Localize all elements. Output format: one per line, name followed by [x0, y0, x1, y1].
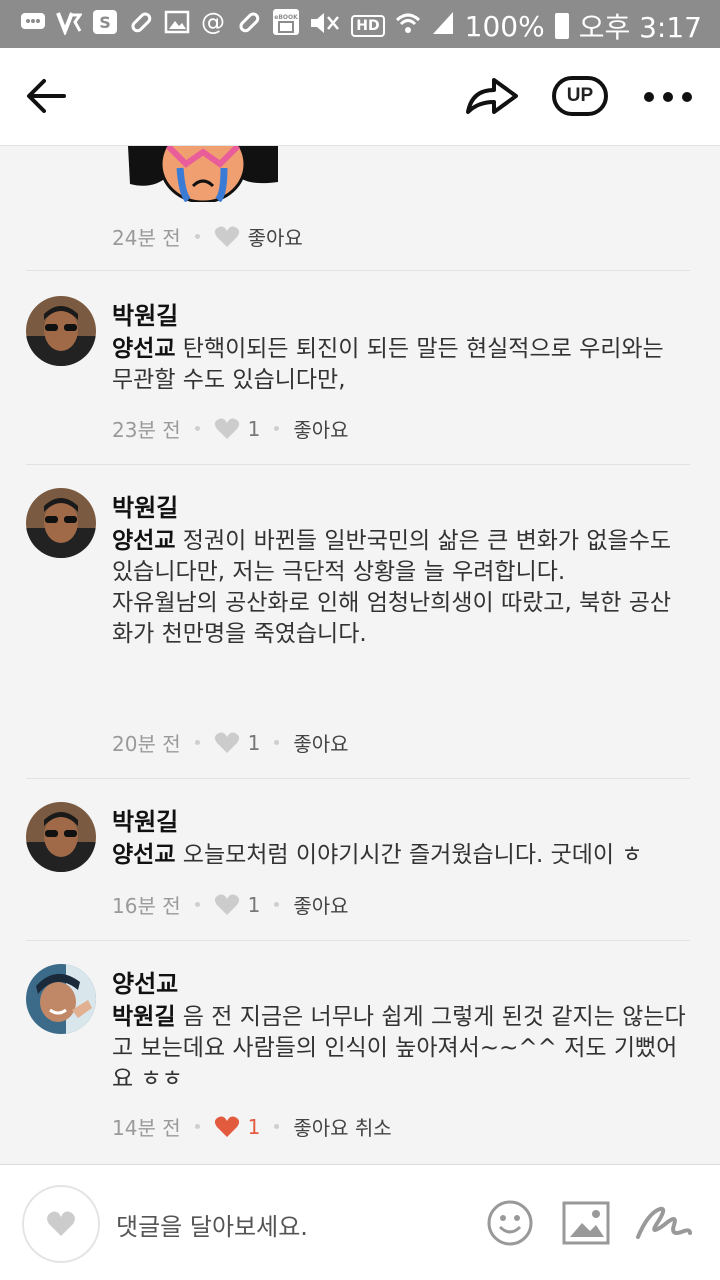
comment-time: 16분 전: [112, 894, 181, 918]
sticker-comment-meta: 24분 전 좋아요: [112, 222, 303, 251]
heart-icon[interactable]: [214, 417, 240, 441]
mention[interactable]: 양선교: [112, 528, 175, 554]
clock: 오후 3:17: [578, 11, 702, 44]
comment-body: 양선교 정권이 바뀐들 일반국민의 삶은 큰 변화가 없을수도 있습니다만, 저…: [112, 526, 692, 650]
gallery-icon: [164, 8, 190, 36]
ebook-icon: eBOOK: [272, 8, 300, 36]
like-button[interactable]: 좋아요: [293, 414, 348, 443]
comment-meta: 20분 전 1 좋아요: [112, 728, 349, 757]
heart-icon[interactable]: [214, 731, 240, 755]
comment-time: 20분 전: [112, 732, 181, 756]
image-icon[interactable]: [562, 1201, 610, 1245]
sticker-image: [128, 146, 278, 202]
v3-app-icon: [56, 8, 82, 36]
draw-icon[interactable]: [634, 1203, 692, 1243]
heart-icon[interactable]: [214, 225, 240, 249]
share-icon[interactable]: [464, 74, 520, 118]
more-options-icon[interactable]: [644, 80, 692, 114]
divider: [26, 778, 690, 779]
comment-author[interactable]: 박원길: [112, 488, 178, 523]
avatar[interactable]: [26, 296, 96, 366]
comment-text: 탄핵이되든 퇴진이 되든 말든 현실적으로 우리와는 무관할 수도 있습니다만,: [112, 336, 664, 393]
divider: [26, 464, 690, 465]
ebook-label: eBOOK: [274, 14, 298, 21]
like-count: 1: [247, 892, 261, 917]
comment-body: 양선교 오늘모처럼 이야기시간 즐거웠습니다. 굿데이 ㅎ: [112, 840, 692, 871]
comment-text: 음 전 지금은 너무나 쉽게 그렇게 된것 같지는 않는다고 보는데요 사람들의…: [112, 1004, 686, 1092]
comment-meta: 16분 전 1 좋아요: [112, 890, 349, 919]
comment-text: 오늘모처럼 이야기시간 즐거웠습니다. 굿데이 ㅎ: [182, 842, 643, 868]
mention[interactable]: 양선교: [112, 336, 175, 362]
emoji-icon[interactable]: [486, 1199, 534, 1247]
comment-time: 24분 전: [112, 226, 181, 250]
mention[interactable]: 박원길: [112, 1004, 175, 1030]
like-button[interactable]: 좋아요: [293, 890, 348, 919]
mute-icon: [307, 9, 341, 44]
comment-author[interactable]: 박원길: [112, 802, 178, 837]
heart-icon[interactable]: [214, 1115, 240, 1139]
heart-icon[interactable]: [214, 893, 240, 917]
avatar[interactable]: [26, 488, 96, 558]
divider: [26, 940, 690, 941]
signal-icon: [431, 10, 455, 43]
like-count: 1: [247, 730, 261, 755]
battery-percent: 100%: [464, 9, 545, 43]
svg-text:S: S: [99, 13, 111, 32]
comment-input-bar: 댓글을 달아보세요.: [0, 1164, 720, 1280]
comment-time: 14분 전: [112, 1116, 181, 1140]
pill-icon: [128, 8, 154, 36]
comment-meta: 14분 전 1 좋아요 취소: [112, 1112, 392, 1141]
message-icon: [20, 8, 46, 36]
s-app-icon: S: [92, 8, 118, 36]
comment-meta: 23분 전 1 좋아요: [112, 414, 349, 443]
like-button[interactable]: 좋아요: [293, 728, 348, 757]
heart-icon: [47, 1211, 75, 1236]
status-bar: S @ eBOOK HD 100% 오후 3:17: [0, 0, 720, 48]
avatar[interactable]: [26, 964, 96, 1034]
divider: [26, 270, 690, 271]
avatar[interactable]: [26, 802, 96, 872]
comment-author[interactable]: 박원길: [112, 296, 178, 331]
mention[interactable]: 양선교: [112, 842, 175, 868]
comment-body: 양선교 탄핵이되든 퇴진이 되든 말든 현실적으로 우리와는 무관할 수도 있습…: [112, 334, 692, 396]
back-arrow-icon[interactable]: [24, 76, 68, 116]
up-button[interactable]: UP: [552, 76, 608, 116]
comment-author[interactable]: 양선교: [112, 964, 178, 999]
app-bar: UP: [0, 48, 720, 146]
pill-icon-2: [236, 8, 262, 36]
like-count: 1: [247, 416, 261, 441]
like-button[interactable]: 좋아요: [248, 222, 303, 251]
like-post-button[interactable]: [22, 1185, 100, 1263]
battery-icon: [554, 13, 569, 39]
at-icon: @: [201, 8, 225, 36]
hd-icon: HD: [351, 15, 385, 37]
unlike-button[interactable]: 좋아요 취소: [293, 1112, 391, 1141]
comment-body: 박원길 음 전 지금은 너무나 쉽게 그렇게 된것 같지는 않는다고 보는데요 …: [112, 1002, 692, 1095]
like-count: 1: [247, 1114, 261, 1139]
comment-text-line: 자유월남의 공산화로 인해 엄청난희생이 따랐고, 북한 공산화가 천만명을 죽…: [112, 590, 672, 647]
comment-input[interactable]: 댓글을 달아보세요.: [116, 1207, 308, 1242]
wifi-icon: [395, 10, 421, 43]
comment-text: 정권이 바뀐들 일반국민의 삶은 큰 변화가 없을수도 있습니다만, 저는 극단…: [112, 528, 672, 585]
comment-time: 23분 전: [112, 418, 181, 442]
